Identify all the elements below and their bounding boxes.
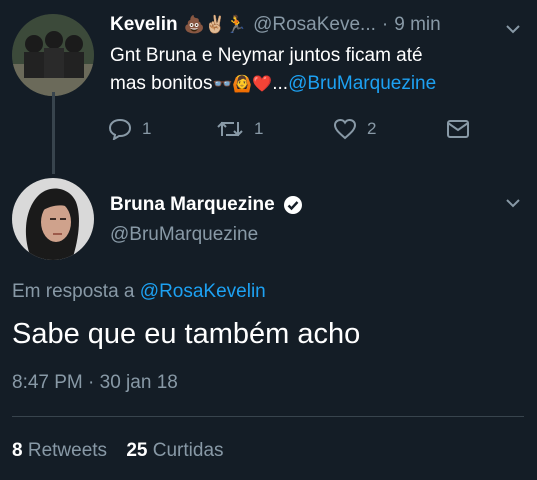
in-reply-to-handle-link[interactable]: @RosaKevelin xyxy=(140,281,266,302)
in-reply-to-prefix: Em resposta a xyxy=(12,281,135,302)
stats-divider xyxy=(12,416,524,417)
retweet-count: 1 xyxy=(254,119,264,138)
reply-text-emojis: 👓🙆❤️ xyxy=(212,76,273,93)
thread-connector-line xyxy=(52,92,55,174)
chevron-down-icon[interactable] xyxy=(504,194,522,212)
main-header: Bruna Marquezine xyxy=(110,194,303,216)
reply-icon xyxy=(108,118,132,140)
reply-action-reply[interactable]: 1 xyxy=(108,118,151,140)
chevron-down-icon[interactable] xyxy=(504,20,522,38)
heart-icon xyxy=(333,118,357,140)
reply-author-avatar[interactable] xyxy=(12,14,94,96)
group-photo-avatar-image xyxy=(12,14,94,96)
in-reply-to-line: Em resposta a @RosaKevelin xyxy=(12,281,266,303)
retweet-icon xyxy=(217,121,243,137)
envelope-icon[interactable] xyxy=(446,118,470,140)
reply-text-line-2: mas bonitos👓🙆❤️...@BruMarquezine xyxy=(110,70,530,99)
likes-stat-count: 25 xyxy=(126,440,148,461)
reply-action-like[interactable]: 2 xyxy=(333,118,376,140)
likes-stat[interactable]: 25 Curtidas xyxy=(126,440,223,461)
reply-text-line-2-prefix: mas bonitos xyxy=(110,73,213,94)
reply-text-line-1: Gnt Bruna e Neymar juntos ficam até xyxy=(110,45,423,66)
reply-timestamp[interactable]: 9 min xyxy=(394,14,440,36)
reply-text-ellipsis: ... xyxy=(272,73,289,94)
reply-header: Kevelin 💩✌🏼🏃 @RosaKeve... · 9 min xyxy=(110,14,441,36)
reply-count: 1 xyxy=(142,119,152,138)
engagement-stats: 8 Retweets 25 Curtidas xyxy=(12,440,224,462)
retweets-stat[interactable]: 8 Retweets xyxy=(12,440,112,461)
reply-author-emojis: 💩✌🏼🏃 xyxy=(183,15,248,34)
main-tweet-timestamp[interactable]: 8:47 PM · 30 jan 18 xyxy=(12,372,178,394)
main-author-handle[interactable]: @BruMarquezine xyxy=(110,224,258,246)
verified-badge-icon xyxy=(283,196,302,214)
retweets-stat-label: Retweets xyxy=(27,440,108,461)
main-author-avatar[interactable] xyxy=(12,178,94,260)
likes-stat-label: Curtidas xyxy=(152,440,224,461)
main-tweet-text: Sabe que eu também acho xyxy=(12,318,361,350)
reply-author-handle[interactable]: @RosaKeve... xyxy=(253,14,376,36)
like-count: 2 xyxy=(367,119,377,138)
reply-author-name[interactable]: Kevelin xyxy=(110,14,178,36)
reply-mention-link[interactable]: @BruMarquezine xyxy=(288,73,436,94)
main-author-name[interactable]: Bruna Marquezine xyxy=(110,194,275,216)
reply-action-retweet[interactable]: 1 xyxy=(216,118,263,140)
header-separator: · xyxy=(381,14,389,35)
portrait-avatar-image xyxy=(12,178,94,260)
retweets-stat-count: 8 xyxy=(12,440,23,461)
reply-text: Gnt Bruna e Neymar juntos ficam até mas … xyxy=(110,42,530,99)
